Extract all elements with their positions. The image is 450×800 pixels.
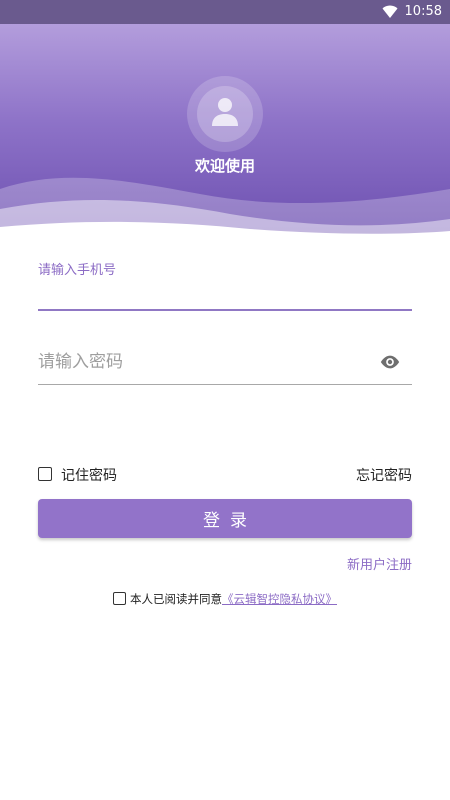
avatar[interactable] [187, 76, 263, 152]
phone-label: 请输入手机号 [38, 263, 117, 278]
phone-input[interactable] [38, 280, 412, 310]
login-button[interactable]: 登录 [38, 499, 412, 538]
header-waves [0, 177, 450, 239]
remember-checkbox[interactable] [38, 467, 52, 481]
agreement-checkbox[interactable] [113, 592, 126, 605]
register-link[interactable]: 新用户注册 [347, 554, 412, 573]
wifi-icon [382, 5, 398, 18]
status-bar: 10:58 [0, 0, 450, 24]
privacy-policy-link[interactable]: 《云辑智控隐私协议》 [222, 591, 337, 607]
remember-label[interactable]: 记住密码 [61, 465, 117, 485]
agreement-text: 本人已阅读并同意 [130, 591, 222, 606]
password-input[interactable] [38, 346, 368, 378]
status-time: 10:58 [404, 4, 442, 19]
agreement-row: 本人已阅读并同意《云辑智控隐私协议》 [113, 588, 337, 607]
eye-icon[interactable] [379, 352, 401, 372]
forgot-password-link[interactable]: 忘记密码 [356, 465, 412, 485]
password-underline [38, 384, 412, 385]
header-banner: 欢迎使用 [0, 24, 450, 239]
phone-underline [38, 309, 412, 311]
user-icon [212, 98, 238, 126]
